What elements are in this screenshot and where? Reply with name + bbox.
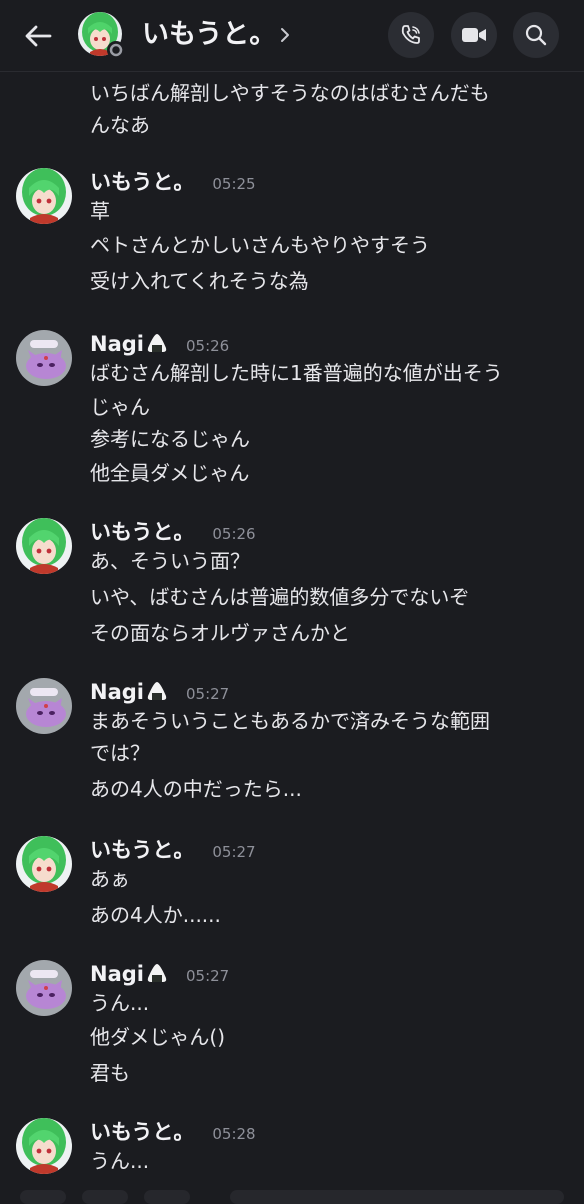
message-line: うん... xyxy=(90,1149,150,1173)
message-line: んなあ xyxy=(90,113,150,137)
timestamp: 05:26 xyxy=(212,525,256,543)
message-line: ペトさんとかしいさんもやりやすそう xyxy=(90,233,430,257)
message-header: Nagi 05:27 xyxy=(90,678,229,706)
video-call-button[interactable] xyxy=(451,12,497,58)
message-line: 他全員ダメじゃん xyxy=(90,461,250,485)
message-header: いもうと。 05:26 xyxy=(90,518,256,546)
message-line: あぁ xyxy=(90,867,130,891)
message-line: では？ xyxy=(90,741,150,765)
composer-add-button[interactable] xyxy=(20,1190,66,1204)
user-avatar[interactable] xyxy=(16,1118,72,1174)
message-line: うん... xyxy=(90,991,150,1015)
username[interactable]: いもうと。 xyxy=(90,838,194,862)
message-header: いもうと。 05:27 xyxy=(90,836,256,864)
user-avatar[interactable] xyxy=(16,836,72,892)
back-button[interactable] xyxy=(20,18,56,54)
message-header: Nagi 05:27 xyxy=(90,960,229,988)
username[interactable]: いもうと。 xyxy=(90,520,194,544)
search-icon xyxy=(525,24,547,46)
username[interactable]: Nagi xyxy=(90,332,144,356)
user-avatar[interactable] xyxy=(16,518,72,574)
message-line: まあそういうこともあるかで済みそうな範囲 xyxy=(90,709,490,733)
message-line: じゃん xyxy=(90,395,150,419)
title-chevron[interactable] xyxy=(276,22,294,48)
composer-gift-button[interactable] xyxy=(144,1190,190,1204)
voice-call-button[interactable] xyxy=(388,12,434,58)
message-line: あの4人の中だったら... xyxy=(90,777,302,801)
composer-bar xyxy=(0,1186,584,1204)
message-header: いもうと。 05:25 xyxy=(90,168,256,196)
onigiri-emoji-icon xyxy=(147,682,167,700)
green-hair-avatar-icon xyxy=(16,1118,72,1174)
composer-apps-button[interactable] xyxy=(82,1190,128,1204)
username[interactable]: Nagi xyxy=(90,680,144,704)
message-line: 君も xyxy=(90,1061,130,1085)
message-line: その面ならオルヴァさんかと xyxy=(90,621,350,645)
message-line: 草 xyxy=(90,199,110,223)
message-line: いや、ばむさんは普遍的数値多分でないぞ xyxy=(90,585,470,609)
message-header: Nagi 05:26 xyxy=(90,330,229,358)
message-line: いちばん解剖しやすそうなのはばむさんだも xyxy=(90,81,490,105)
timestamp: 05:27 xyxy=(185,685,230,703)
timestamp: 05:25 xyxy=(212,175,256,193)
user-avatar[interactable] xyxy=(16,330,72,386)
green-hair-avatar-icon xyxy=(16,168,72,224)
search-button[interactable] xyxy=(513,12,559,58)
green-hair-avatar-icon xyxy=(16,836,72,892)
chat-header: いもうと。 xyxy=(0,0,584,72)
message-line: あの4人か...... xyxy=(90,903,221,927)
message-header: いもうと。 05:28 xyxy=(90,1118,256,1146)
timestamp: 05:27 xyxy=(212,843,256,861)
green-hair-avatar-icon xyxy=(78,12,125,59)
user-avatar[interactable] xyxy=(16,168,72,224)
username[interactable]: いもうと。 xyxy=(90,170,194,194)
green-hair-avatar-icon xyxy=(16,518,72,574)
message-line: 他ダメじゃん() xyxy=(90,1025,226,1049)
chat-title[interactable]: いもうと。 xyxy=(142,18,276,52)
phone-call-icon xyxy=(401,25,420,44)
user-avatar[interactable] xyxy=(16,678,72,734)
message-line: 受け入れてくれそうな為 xyxy=(90,269,309,293)
purple-cat-avatar-icon xyxy=(16,678,72,734)
header-avatar[interactable] xyxy=(78,12,126,60)
onigiri-emoji-icon xyxy=(147,964,167,982)
message-line: ばむさん解剖した時に1番普遍的な値が出そう xyxy=(90,361,503,385)
username[interactable]: いもうと。 xyxy=(90,1120,194,1144)
message-line: あ、そういう面？ xyxy=(90,549,250,573)
username[interactable]: Nagi xyxy=(90,962,144,986)
back-arrow-icon xyxy=(25,25,52,47)
timestamp: 05:26 xyxy=(185,337,230,355)
video-call-icon xyxy=(462,28,486,42)
timestamp: 05:28 xyxy=(212,1125,256,1143)
onigiri-emoji-icon xyxy=(147,334,167,352)
user-avatar[interactable] xyxy=(16,960,72,1016)
message-input[interactable] xyxy=(230,1190,564,1204)
timestamp: 05:27 xyxy=(185,967,230,985)
chevron-right-icon xyxy=(281,28,289,42)
purple-cat-avatar-icon xyxy=(16,960,72,1016)
purple-cat-avatar-icon xyxy=(16,330,72,386)
message-line: 参考になるじゃん xyxy=(90,427,250,451)
